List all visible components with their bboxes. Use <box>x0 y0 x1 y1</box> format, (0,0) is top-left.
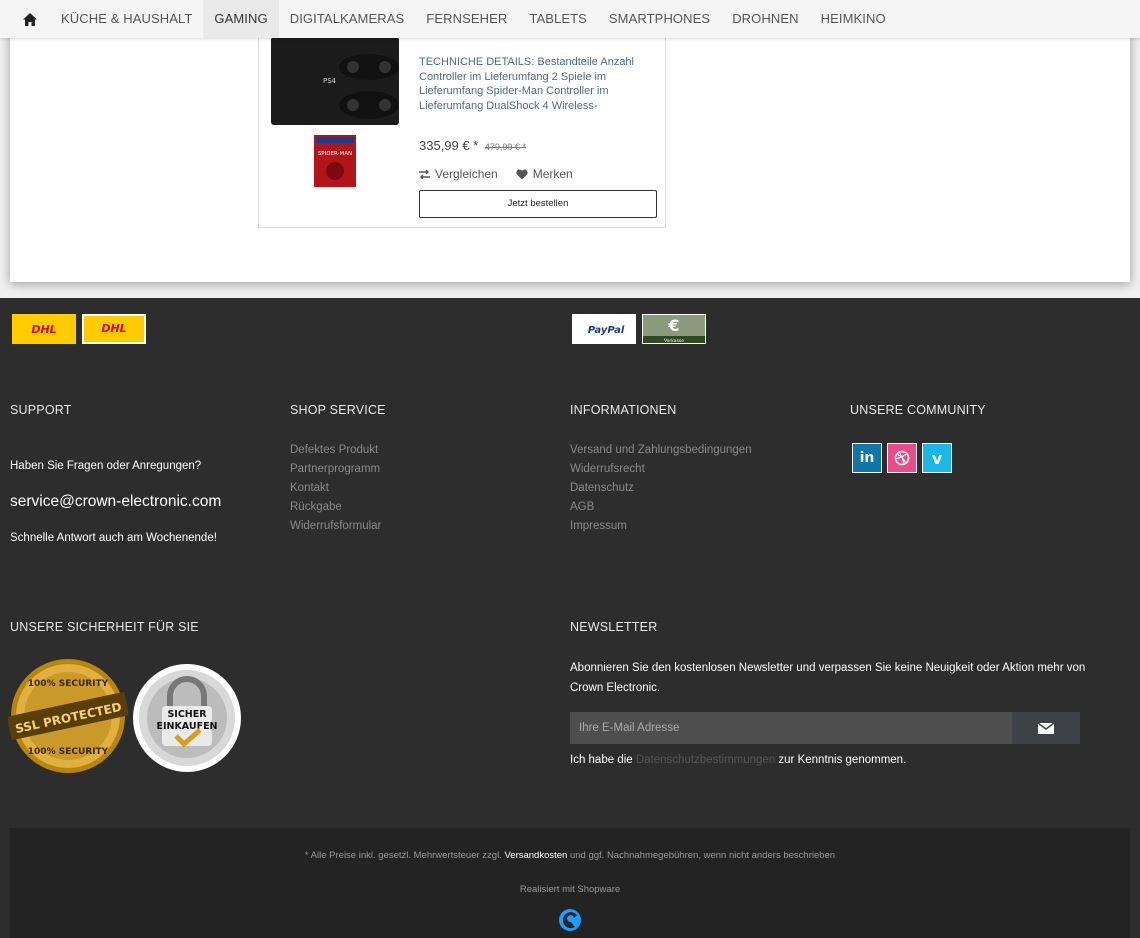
paypal-logo: PayPal <box>572 314 636 344</box>
footer: DHL DHL PayPal € Vorkasse SUPPORT Haben S… <box>0 298 1140 938</box>
svg-text:DHL: DHL <box>31 323 56 336</box>
nav-item-fernseher[interactable]: FERNSEHER <box>415 0 518 38</box>
community-heading: UNSERE COMMUNITY <box>850 403 986 417</box>
dhl-logo: DHL <box>12 314 76 344</box>
svg-text:EINKAUFEN: EINKAUFEN <box>156 721 217 732</box>
newsletter-email-input[interactable]: Ihre E-Mail Adresse <box>570 712 1012 744</box>
support-note: Schnelle Antwort auch am Wochenende! <box>10 532 217 544</box>
link-partnerprogramm[interactable]: Partnerprogramm <box>290 463 380 475</box>
newsletter-heading: NEWSLETTER <box>570 620 658 634</box>
newsletter-text: Abonnieren Sie den kostenlosen Newslette… <box>570 662 1086 694</box>
support-heading: SUPPORT <box>10 403 72 417</box>
vat-notice: * Alle Preise inkl. gesetzl. Mehrwertste… <box>10 850 1130 861</box>
link-impressum[interactable]: Impressum <box>570 520 627 532</box>
footer-bottom-bar: * Alle Preise inkl. gesetzl. Mehrwertste… <box>10 828 1130 938</box>
link-datenschutz[interactable]: Datenschutz <box>570 482 634 494</box>
privacy-link[interactable]: Datenschutzbestimmungen <box>636 754 775 766</box>
product-price: 335,99 € * 479,99 € * <box>419 138 526 153</box>
svg-text:PayPal: PayPal <box>588 325 625 336</box>
vat-text-after: und ggf. Nachnahmegebühren, wenn nicht a… <box>567 850 836 861</box>
old-price: 479,99 € * <box>484 142 526 152</box>
newsletter-consent: Ich habe die Datenschutzbestimmungen zur… <box>570 754 906 766</box>
vat-text-before: * Alle Preise inkl. gesetzl. Mehrwertste… <box>304 850 505 861</box>
svg-text:DHL: DHL <box>101 322 126 335</box>
product-actions: Vergleichen Merken <box>419 167 573 181</box>
dribbble-icon <box>894 450 910 466</box>
link-defektes-produkt[interactable]: Defektes Produkt <box>290 444 378 456</box>
dribbble-button[interactable] <box>887 443 917 473</box>
dhl-express-logo: DHL <box>82 314 146 344</box>
versandkosten-link[interactable]: Versandkosten <box>504 850 567 861</box>
nav-item-tablets[interactable]: TABLETS <box>518 0 598 38</box>
compare-icon <box>419 169 430 179</box>
link-rueckgabe[interactable]: Rückgabe <box>290 501 342 513</box>
support-email[interactable]: service@crown-electronic.com <box>10 493 221 511</box>
link-kontakt[interactable]: Kontakt <box>290 482 329 494</box>
nav-item-drohnen[interactable]: DROHNEN <box>721 0 809 38</box>
ssl-protected-badge: 100% SECURITY SSL PROTECTED 100% SECURIT… <box>6 656 130 776</box>
nav-item-heimkino[interactable]: HEIMKINO <box>810 0 897 38</box>
nav-item-gaming[interactable]: GAMING <box>203 0 279 38</box>
home-icon <box>23 12 37 26</box>
svg-text:100% SECURITY: 100% SECURITY <box>28 679 109 689</box>
realized-with: Realisiert mit Shopware <box>519 884 621 895</box>
compare-label: Vergleichen <box>435 167 498 181</box>
svg-text:100% SECURITY: 100% SECURITY <box>28 747 109 757</box>
support-question: Haben Sie Fragen oder Anregungen? <box>10 460 202 472</box>
remember-button[interactable]: Merken <box>516 167 573 181</box>
main-navigation: KÜCHE & HAUSHALT GAMING DIGITALKAMERAS F… <box>0 0 1140 38</box>
remember-label: Merken <box>532 167 573 181</box>
consent-text-after: zur Kenntnis genommen. <box>775 754 907 766</box>
envelope-icon <box>1038 722 1054 734</box>
link-versand-zahlung[interactable]: Versand und Zahlungsbedingungen <box>570 444 752 456</box>
link-widerrufsformular[interactable]: Widerrufsformular <box>290 520 381 532</box>
link-widerrufsrecht[interactable]: Widerrufsrecht <box>570 463 645 475</box>
game-cover-title: SPIDER-MAN <box>318 151 352 157</box>
product-image-graphic: PS4 SPIDER-MAN <box>271 37 399 187</box>
current-price: 335,99 € * <box>419 138 479 153</box>
home-link[interactable] <box>10 0 50 38</box>
svg-text:SICHER: SICHER <box>167 709 207 720</box>
consent-text-before: Ich habe die <box>570 754 636 766</box>
vorkasse-logo: € Vorkasse <box>642 314 706 344</box>
nav-item-smartphones[interactable]: SMARTPHONES <box>598 0 721 38</box>
svg-text:Vorkasse: Vorkasse <box>664 338 684 344</box>
sicher-einkaufen-badge: SICHER EINKAUFEN <box>132 662 242 774</box>
vimeo-button[interactable]: v <box>922 443 952 473</box>
heart-icon <box>516 169 528 179</box>
product-image[interactable]: PS4 SPIDER-MAN <box>271 37 401 189</box>
compare-button[interactable]: Vergleichen <box>419 167 498 181</box>
svg-text:€: € <box>667 316 679 335</box>
newsletter-submit-button[interactable] <box>1012 712 1080 744</box>
shopware-logo-icon[interactable] <box>558 908 582 932</box>
linkedin-icon: in <box>859 450 875 466</box>
console-label: PS4 <box>323 77 337 85</box>
informationen-heading: INFORMATIONEN <box>570 403 677 417</box>
shop-service-heading: SHOP SERVICE <box>290 403 386 417</box>
linkedin-button[interactable]: in <box>852 443 882 473</box>
link-agb[interactable]: AGB <box>570 501 594 513</box>
content-area: PS4 SPIDER-MAN TECHNICHE DETAILS: Bestan… <box>10 0 1130 282</box>
product-card: PS4 SPIDER-MAN TECHNICHE DETAILS: Bestan… <box>258 30 666 228</box>
vimeo-icon: v <box>931 448 943 468</box>
nav-item-kueche-haushalt[interactable]: KÜCHE & HAUSHALT <box>50 0 203 38</box>
security-heading: UNSERE SICHERHEIT FÜR SIE <box>10 620 199 634</box>
nav-item-digitalkameras[interactable]: DIGITALKAMERAS <box>279 0 416 38</box>
buy-now-button[interactable]: Jetzt bestellen <box>419 190 657 218</box>
product-description[interactable]: TECHNICHE DETAILS: Bestandteile Anzahl C… <box>419 55 649 113</box>
